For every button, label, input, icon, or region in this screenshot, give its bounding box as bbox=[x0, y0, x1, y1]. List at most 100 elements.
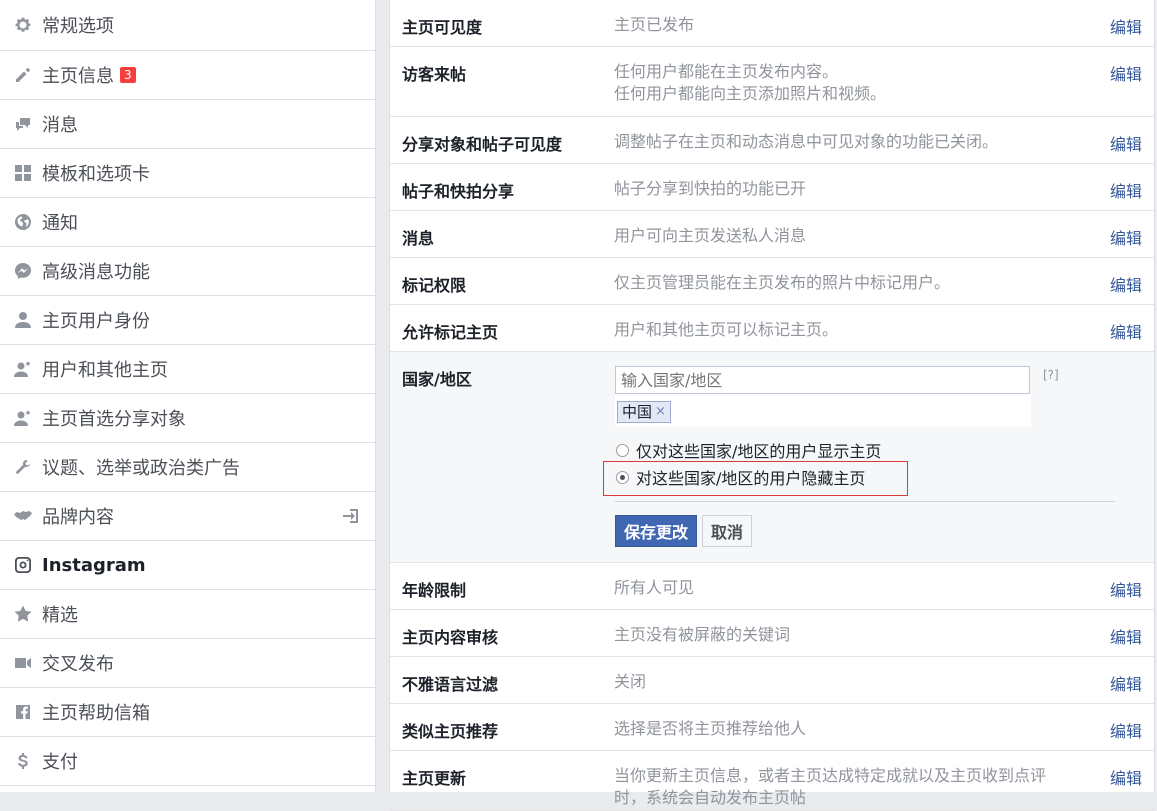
pencil-icon bbox=[12, 64, 34, 86]
setting-description: 主页已发布 bbox=[614, 15, 695, 34]
edit-link[interactable]: 编辑 bbox=[1110, 319, 1142, 343]
setting-label: 访客来帖 bbox=[402, 65, 467, 84]
edit-link[interactable]: 编辑 bbox=[1110, 61, 1142, 85]
grid-icon bbox=[12, 162, 34, 184]
edit-link[interactable]: 编辑 bbox=[1110, 671, 1142, 695]
edit-link[interactable]: 编辑 bbox=[1110, 178, 1142, 202]
setting-row-page-visibility[interactable]: 主页可见度 主页已发布 编辑 bbox=[390, 0, 1154, 47]
setting-description: 帖子分享到快拍的功能已开 bbox=[614, 179, 807, 198]
setting-row-country-restrictions: 国家/地区 [?] 中国 × 仅对这些国家/地区的用户显示主页 对这些国家/地区… bbox=[390, 352, 1154, 563]
sidebar-item-people-other-pages[interactable]: 用户和其他主页 bbox=[0, 345, 375, 394]
setting-row-age-restrictions[interactable]: 年龄限制 所有人可见 编辑 bbox=[390, 563, 1154, 610]
edit-link[interactable]: 编辑 bbox=[1110, 225, 1142, 249]
setting-row-audience-visibility[interactable]: 分享对象和帖子可见度 调整帖子在主页和动态消息中可见对象的功能已关闭。 编辑 bbox=[390, 117, 1154, 164]
setting-description: 用户和其他主页可以标记主页。 bbox=[614, 320, 839, 339]
sidebar-item-messages[interactable]: 消息 bbox=[0, 100, 375, 149]
setting-label: 不雅语言过滤 bbox=[402, 675, 499, 694]
facebook-icon bbox=[12, 701, 34, 723]
edit-link[interactable]: 编辑 bbox=[1110, 14, 1142, 38]
sidebar-item-label: Instagram bbox=[42, 554, 146, 576]
sidebar-item-label: 用户和其他主页 bbox=[42, 360, 168, 381]
divider bbox=[615, 501, 1115, 502]
setting-description: 所有人可见 bbox=[614, 578, 695, 597]
gear-icon bbox=[12, 14, 34, 36]
sidebar-item-advanced-messaging[interactable]: 高级消息功能 bbox=[0, 247, 375, 296]
sidebar-item-featured[interactable]: 精选 bbox=[0, 590, 375, 639]
setting-label: 分享对象和帖子可见度 bbox=[402, 135, 563, 154]
edit-link[interactable]: 编辑 bbox=[1110, 577, 1142, 601]
setting-description: 当你更新主页信息，或者主页达成特定成就以及主页收到点评时，系统会自动发布主页帖 bbox=[614, 766, 1047, 807]
person-icon bbox=[12, 309, 34, 331]
sidebar-item-instagram[interactable]: Instagram bbox=[0, 541, 375, 590]
country-token: 中国 × bbox=[617, 401, 671, 423]
radio-button[interactable] bbox=[616, 443, 629, 457]
setting-label: 国家/地区 bbox=[402, 370, 472, 389]
handshake-icon bbox=[12, 505, 34, 527]
sidebar-item-label: 主页用户身份 bbox=[42, 311, 150, 332]
country-search-input[interactable] bbox=[615, 366, 1030, 394]
sidebar-item-label: 高级消息功能 bbox=[42, 262, 150, 283]
person-star-icon bbox=[12, 358, 34, 380]
chat-icon bbox=[12, 113, 34, 135]
sidebar-item-general[interactable]: 常规选项 bbox=[0, 0, 375, 51]
setting-row-others-tagging-page[interactable]: 允许标记主页 用户和其他主页可以标记主页。 编辑 bbox=[390, 305, 1154, 352]
sidebar-item-support-inbox[interactable]: 主页帮助信箱 bbox=[0, 688, 375, 737]
country-token-label: 中国 bbox=[622, 403, 653, 421]
setting-row-visitor-posts[interactable]: 访客来帖 任何用户都能在主页发布内容。 任何用户都能向主页添加照片和视频。 编辑 bbox=[390, 47, 1154, 117]
sidebar-item-label: 品牌内容 bbox=[42, 507, 114, 528]
setting-row-similar-page-suggestions[interactable]: 类似主页推荐 选择是否将主页推荐给他人 编辑 bbox=[390, 704, 1154, 751]
globe-icon bbox=[12, 211, 34, 233]
messenger-icon bbox=[12, 260, 34, 282]
sidebar-item-page-roles[interactable]: 主页用户身份 bbox=[0, 296, 375, 345]
save-changes-button[interactable]: 保存更改 bbox=[615, 515, 698, 547]
sidebar-item-political-ads[interactable]: 议题、选举或政治类广告 bbox=[0, 443, 375, 492]
setting-row-story-sharing[interactable]: 帖子和快拍分享 帖子分享到快拍的功能已开 编辑 bbox=[390, 164, 1154, 211]
star-icon bbox=[12, 603, 34, 625]
sidebar-item-page-info[interactable]: 主页信息 3 bbox=[0, 51, 375, 100]
setting-label: 允许标记主页 bbox=[402, 323, 499, 342]
sidebar-item-notifications[interactable]: 通知 bbox=[0, 198, 375, 247]
setting-description: 调整帖子在主页和动态消息中可见对象的功能已关闭。 bbox=[614, 132, 999, 151]
edit-link[interactable]: 编辑 bbox=[1110, 272, 1142, 296]
sidebar-item-label: 支付 bbox=[42, 752, 78, 773]
setting-row-messages[interactable]: 消息 用户可向主页发送私人消息 编辑 bbox=[390, 211, 1154, 258]
sidebar-item-label: 常规选项 bbox=[42, 16, 114, 37]
sidebar-item-templates-tabs[interactable]: 模板和选项卡 bbox=[0, 149, 375, 198]
setting-label: 标记权限 bbox=[402, 276, 467, 295]
setting-label: 年龄限制 bbox=[402, 581, 467, 600]
help-link[interactable]: [?] bbox=[1043, 368, 1059, 382]
highlight-box bbox=[603, 461, 908, 496]
setting-description: 主页没有被屏蔽的关键词 bbox=[614, 625, 791, 644]
sidebar-item-branded-content[interactable]: 品牌内容 bbox=[0, 492, 375, 541]
selected-countries: 中国 × bbox=[615, 394, 1031, 427]
sidebar-item-crossposting[interactable]: 交叉发布 bbox=[0, 639, 375, 688]
edit-link[interactable]: 编辑 bbox=[1110, 765, 1142, 789]
option-show-only[interactable]: 仅对这些国家/地区的用户显示主页 bbox=[616, 439, 881, 461]
sidebar-item-label: 主页首选分享对象 bbox=[42, 409, 186, 430]
cancel-button[interactable]: 取消 bbox=[702, 515, 753, 547]
setting-row-page-updates[interactable]: 主页更新 当你更新主页信息，或者主页达成特定成就以及主页收到点评时，系统会自动发… bbox=[390, 751, 1154, 811]
remove-token-icon[interactable]: × bbox=[655, 402, 666, 422]
sidebar-item-label: 精选 bbox=[42, 605, 78, 626]
sidebar-item-label: 主页帮助信箱 bbox=[42, 703, 150, 724]
setting-label: 消息 bbox=[402, 229, 435, 248]
sidebar-item-label: 通知 bbox=[42, 213, 78, 234]
setting-description: 用户可向主页发送私人消息 bbox=[614, 226, 807, 245]
setting-row-tagging-ability[interactable]: 标记权限 仅主页管理员能在主页发布的照片中标记用户。 编辑 bbox=[390, 258, 1154, 305]
setting-description: 任何用户都能在主页发布内容。 任何用户都能向主页添加照片和视频。 bbox=[614, 62, 887, 103]
radio-label: 仅对这些国家/地区的用户显示主页 bbox=[636, 442, 882, 461]
edit-link[interactable]: 编辑 bbox=[1110, 718, 1142, 742]
settings-panel: 主页可见度 主页已发布 编辑 访客来帖 任何用户都能在主页发布内容。 任何用户都… bbox=[389, 0, 1155, 811]
setting-row-profanity-filter[interactable]: 不雅语言过滤 关闭 编辑 bbox=[390, 657, 1154, 704]
sidebar-item-label: 交叉发布 bbox=[42, 654, 114, 675]
enter-arrow-icon[interactable] bbox=[341, 506, 361, 526]
sidebar-item-payments[interactable]: 支付 bbox=[0, 737, 375, 786]
edit-link[interactable]: 编辑 bbox=[1110, 131, 1142, 155]
setting-row-page-moderation[interactable]: 主页内容审核 主页没有被屏蔽的关键词 编辑 bbox=[390, 610, 1154, 657]
sidebar-item-preferred-audience[interactable]: 主页首选分享对象 bbox=[0, 394, 375, 443]
setting-description: 选择是否将主页推荐给他人 bbox=[614, 719, 807, 738]
wrench-icon bbox=[12, 456, 34, 478]
edit-link[interactable]: 编辑 bbox=[1110, 624, 1142, 648]
sidebar-item-label: 议题、选举或政治类广告 bbox=[42, 458, 240, 479]
notification-badge: 3 bbox=[120, 67, 136, 83]
